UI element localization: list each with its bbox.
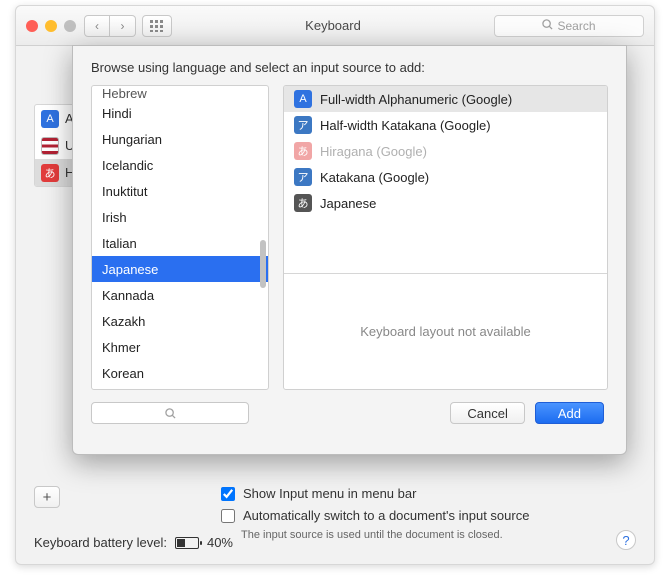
source-label: Hiragana (Google) [320,144,427,159]
language-row[interactable]: Irish [92,204,268,230]
battery-label: Keyboard battery level: [34,535,167,550]
language-row[interactable]: Kazakh [92,308,268,334]
battery-value: 40% [207,535,233,550]
checkbox-label: Automatically switch to a document's inp… [243,508,529,523]
add-source-sheet: Browse using language and select an inpu… [72,45,627,455]
language-row[interactable]: Korean [92,360,268,386]
auto-switch-checkbox[interactable]: Automatically switch to a document's inp… [221,508,529,523]
source-icon: A [294,90,312,108]
source-label: Katakana (Google) [320,170,429,185]
language-label: Italian [102,236,137,251]
language-label: Hindi [102,106,132,121]
traffic-lights [26,20,76,32]
language-label: Kazakh [102,314,145,329]
language-row[interactable]: Hebrew [92,86,268,100]
button-label: Cancel [467,406,507,421]
checkbox-label: Show Input menu in menu bar [243,486,416,501]
button-label: Add [558,406,581,421]
language-label: Hungarian [102,132,162,147]
minimize-icon[interactable] [45,20,57,32]
language-row[interactable]: Kannada [92,282,268,308]
forward-button[interactable]: › [110,15,136,37]
source-label: Half-width Katakana (Google) [320,118,491,133]
source-row-disabled: あ Hiragana (Google) [284,138,607,164]
source-row[interactable]: あ Japanese [284,190,607,216]
search-icon [542,19,553,33]
back-button[interactable]: ‹ [84,15,110,37]
add-button[interactable]: Add [535,402,604,424]
language-row[interactable]: Khmer [92,334,268,360]
checkbox-icon[interactable] [221,487,235,501]
input-icon: A [41,110,59,128]
language-row[interactable]: Inuktitut [92,178,268,204]
checkbox-icon[interactable] [221,509,235,523]
source-icon: あ [294,142,312,160]
window-title: Keyboard [172,18,494,33]
source-row-selected[interactable]: A Full-width Alphanumeric (Google) [284,86,607,112]
source-row[interactable]: ア Half-width Katakana (Google) [284,112,607,138]
language-row[interactable]: Hungarian [92,126,268,152]
checkbox-hint: The input source is used until the docum… [241,529,503,541]
scroll-thumb[interactable] [260,240,266,288]
language-row[interactable]: Hindi [92,100,268,126]
language-row[interactable]: Icelandic [92,152,268,178]
language-row[interactable]: Latvian [92,386,268,390]
preview-message: Keyboard layout not available [360,324,531,339]
search-icon [165,408,176,419]
source-icon: ア [294,116,312,134]
grid-icon [150,20,164,32]
language-row-selected[interactable]: Japanese [92,256,268,282]
zoom-icon [64,20,76,32]
source-pane: A Full-width Alphanumeric (Google) ア Hal… [283,85,608,390]
flag-icon [41,137,59,155]
language-label: Japanese [102,262,158,277]
sheet-prompt: Browse using language and select an inpu… [91,60,608,75]
language-label: Kannada [102,288,154,303]
help-button[interactable]: ? [616,530,636,550]
filter-input[interactable] [91,402,249,424]
search-placeholder: Search [557,19,595,33]
nav-buttons: ‹ › [84,15,136,37]
close-icon[interactable] [26,20,38,32]
language-label: Icelandic [102,158,153,173]
titlebar: ‹ › Keyboard Search [16,6,654,46]
source-label: Japanese [320,196,376,211]
language-label: Hebrew [102,86,147,101]
source-list[interactable]: A Full-width Alphanumeric (Google) ア Hal… [284,86,607,274]
cancel-button[interactable]: Cancel [450,402,524,424]
input-icon: あ [41,164,59,182]
layout-preview: Keyboard layout not available [284,274,607,389]
source-label: Full-width Alphanumeric (Google) [320,92,512,107]
language-list[interactable]: Hebrew Hindi Hungarian Icelandic Inuktit… [92,86,268,390]
search-input[interactable]: Search [494,15,644,37]
language-label: Irish [102,210,127,225]
language-pane: Hebrew Hindi Hungarian Icelandic Inuktit… [91,85,269,390]
source-row[interactable]: ア Katakana (Google) [284,164,607,190]
source-icon: あ [294,194,312,212]
language-row[interactable]: Italian [92,230,268,256]
battery-icon [175,537,199,549]
sheet-footer: Cancel Add [91,402,608,424]
add-source-button[interactable]: + [34,486,60,508]
language-label: Khmer [102,340,140,355]
source-icon: ア [294,168,312,186]
battery-status: Keyboard battery level: 40% [34,535,233,550]
language-label: Inuktitut [102,184,148,199]
show-all-button[interactable] [142,15,172,37]
show-menu-checkbox[interactable]: Show Input menu in menu bar [221,486,416,501]
language-label: Korean [102,366,144,381]
